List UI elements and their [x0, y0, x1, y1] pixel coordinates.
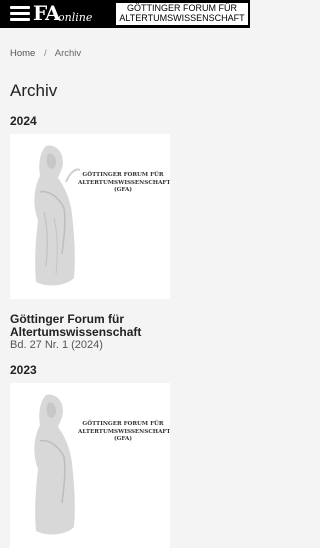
- journal-banner[interactable]: GÖTTINGER FORUM FÜR ALTERTUMSWISSENSCHAF…: [116, 3, 248, 25]
- breadcrumb: Home / Archiv: [10, 48, 81, 59]
- page-title: Archiv: [10, 81, 58, 100]
- cover-line-2: ALTERTUMSWISSENSCHAFT: [78, 179, 170, 186]
- issue-cover-2023[interactable]: GÖTTINGER FORUM FÜR ALTERTUMSWISSENSCHAF…: [10, 383, 170, 548]
- breadcrumb-home-link[interactable]: Home: [10, 48, 35, 59]
- issue-cover-2024[interactable]: GÖTTINGER FORUM FÜR ALTERTUMSWISSENSCHAF…: [10, 134, 170, 299]
- year-heading-2023: 2023: [10, 363, 37, 377]
- breadcrumb-separator: /: [43, 48, 47, 59]
- issue-title-link[interactable]: Göttinger Forum für Altertumswissenschaf…: [10, 313, 245, 339]
- breadcrumb-current: Archiv: [54, 48, 82, 59]
- issue-number: Bd. 27 Nr. 1 (2024): [10, 339, 103, 351]
- relief-statue-image: [34, 394, 75, 535]
- banner-line-1: GÖTTINGER FORUM FÜR: [127, 3, 237, 13]
- cover-line-1: GÖTTINGER FORUM FÜR: [82, 421, 164, 427]
- hamburger-menu-icon[interactable]: [10, 6, 30, 22]
- cover-line-3: (GFA): [113, 187, 133, 193]
- cover-line-2: ALTERTUMSWISSENSCHAFT: [78, 428, 170, 435]
- banner-line-2: ALTERTUMSWISSENSCHAFT: [119, 13, 245, 23]
- logo-fa[interactable]: FA: [33, 2, 61, 24]
- logo-online[interactable]: online: [58, 11, 92, 25]
- year-heading-2024: 2024: [10, 114, 37, 128]
- cover-line-3: (GFA): [113, 436, 133, 442]
- cover-line-1: GÖTTINGER FORUM FÜR: [82, 172, 164, 178]
- cover-title: GÖTTINGER FORUM FÜR ALTERTUMSWISSENSCHAF…: [78, 172, 170, 195]
- relief-statue-image: [34, 145, 81, 286]
- site-header: FA online GÖTTINGER FORUM FÜR ALTERTUMSW…: [0, 0, 250, 28]
- cover-title: GÖTTINGER FORUM FÜR ALTERTUMSWISSENSCHAF…: [78, 421, 170, 444]
